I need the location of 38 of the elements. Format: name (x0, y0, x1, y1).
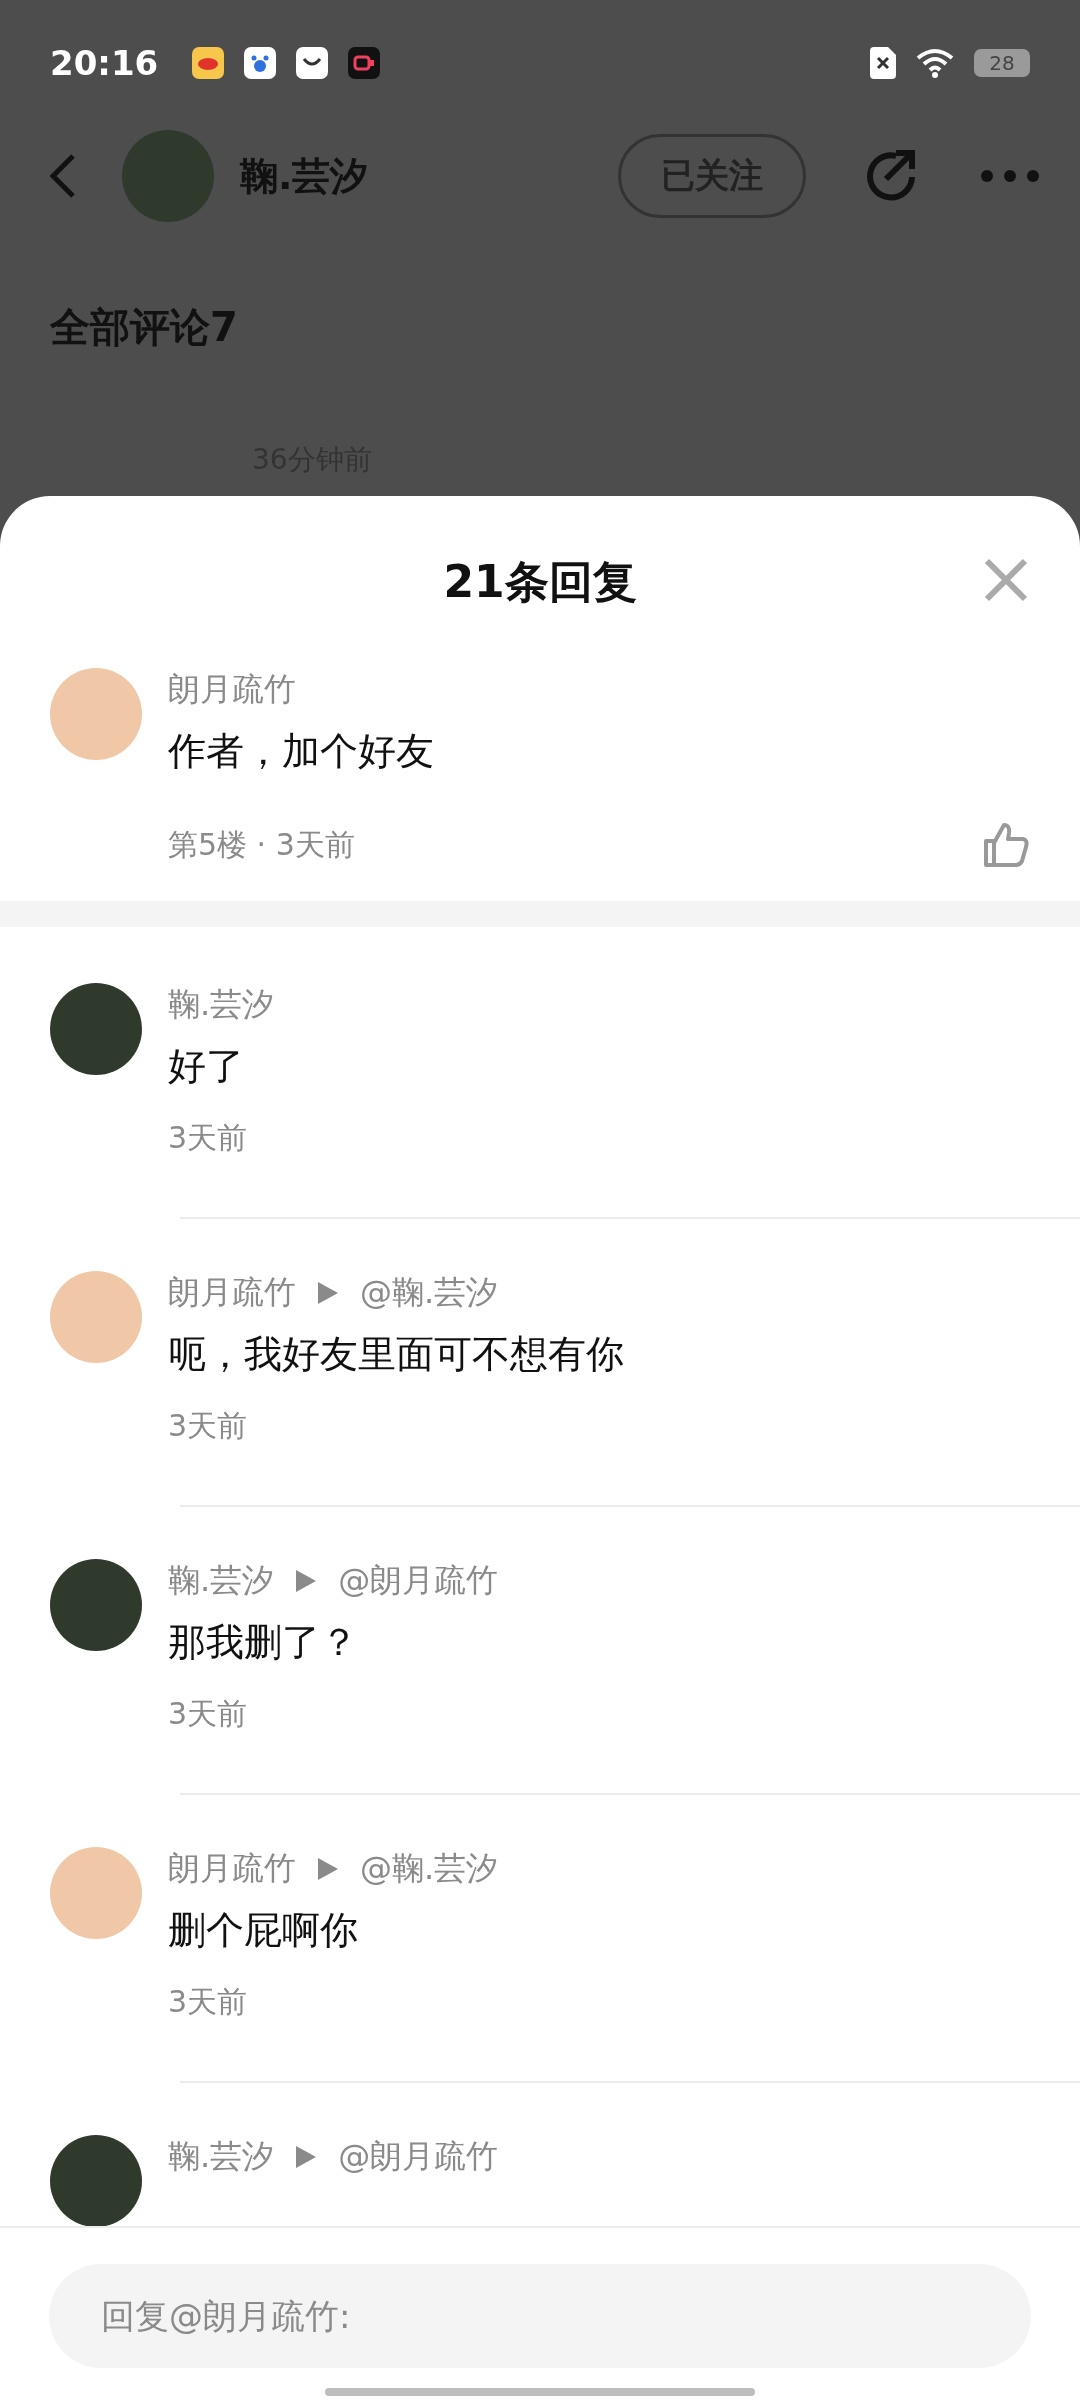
like-button[interactable] (982, 821, 1030, 869)
user-name: 鞠.芸汐 (168, 984, 275, 1025)
back-icon[interactable] (50, 153, 76, 199)
reply-text: 删个屁啊你 (168, 1907, 359, 1954)
comments-heading: 全部评论7 (49, 303, 239, 352)
user-name: 鞠.芸汐 (168, 1560, 275, 1601)
reply-text: 那我删了？ (168, 1619, 359, 1666)
triangle-icon (318, 1282, 338, 1304)
user-name: 朗月疏竹 (168, 669, 297, 710)
mention-name: @朗月疏竹 (338, 2136, 499, 2177)
wifi-icon (916, 48, 954, 78)
reply-time: 3天前 (168, 1695, 249, 1733)
reply-text: 好了 (168, 1043, 245, 1090)
reply-text: 呃，我好友里面可不想有你 (168, 1331, 625, 1378)
reply-time: 3天前 (168, 1119, 249, 1157)
reply-time: 3天前 (168, 1407, 249, 1445)
user-name: 朗月疏竹 (168, 1272, 296, 1313)
reply-time: 3天前 (168, 1983, 249, 2021)
user-name: 朗月疏竹 (168, 1848, 296, 1889)
mention-name: @鞠.芸汐 (360, 1272, 499, 1313)
more-icon[interactable] (980, 169, 1040, 183)
mention-name: @鞠.芸汐 (360, 1848, 499, 1889)
comment-meta: 第5楼 · 3天前 (168, 825, 355, 864)
sheet-title: 21条回复 (443, 554, 637, 609)
battery-level: 28 (974, 49, 1030, 77)
triangle-icon (296, 2146, 317, 2168)
user-name: 鞠.芸汐 (168, 2136, 275, 2177)
sim-card-icon (870, 47, 896, 79)
author-name: 鞠.芸汐 (240, 152, 369, 200)
comment-text: 作者，加个好友 (168, 728, 435, 775)
paw-app-icon (244, 47, 277, 79)
triangle-icon (318, 1858, 338, 1880)
bag-app-icon (296, 47, 329, 79)
mention-name: @朗月疏竹 (338, 1560, 499, 1601)
reply-input-field[interactable]: 回复@朗月疏竹: (49, 2264, 1031, 2368)
status-time: 20:16 (50, 43, 159, 83)
video-app-icon (348, 47, 381, 79)
triangle-icon (296, 1570, 317, 1592)
